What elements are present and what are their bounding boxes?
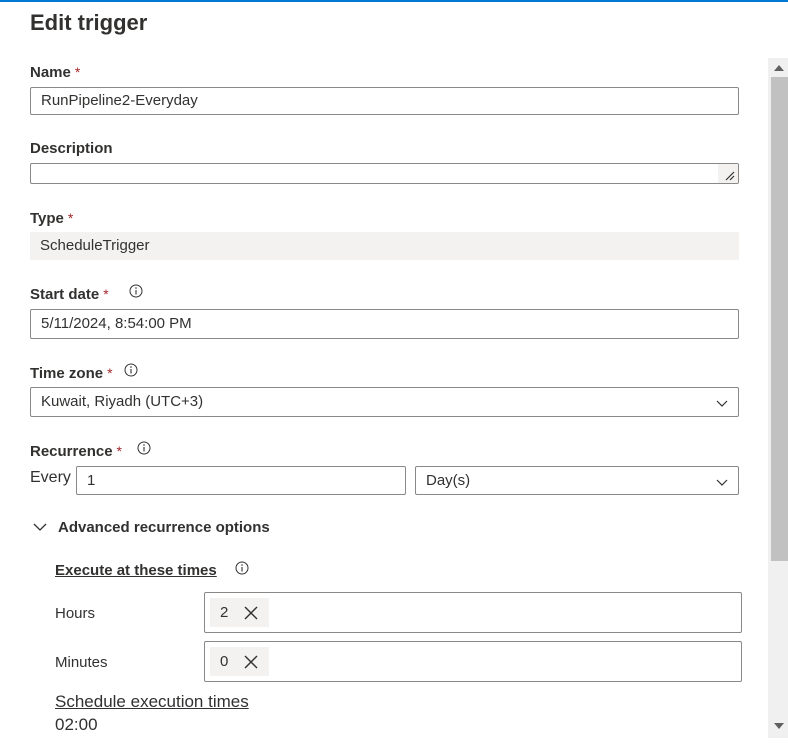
type-value: ScheduleTrigger	[30, 232, 739, 260]
name-label-text: Name	[30, 64, 71, 81]
every-label: Every	[30, 469, 71, 486]
hours-label: Hours	[55, 605, 96, 622]
chevron-down-icon	[716, 479, 728, 486]
recurrence-label-text: Recurrence	[30, 443, 113, 460]
hours-tag: 2	[210, 598, 269, 627]
advanced-recurrence-toggle[interactable]: Advanced recurrence options	[30, 516, 270, 538]
info-icon[interactable]	[129, 284, 143, 298]
info-icon[interactable]	[235, 561, 249, 575]
type-label-text: Type	[30, 210, 64, 227]
required-mark: *	[116, 443, 122, 459]
hours-tag-value: 2	[220, 604, 229, 621]
schedule-execution-times-link[interactable]: Schedule execution times	[55, 691, 249, 713]
schedule-time-item: 02:00	[55, 715, 98, 734]
start-date-label-text: Start date	[30, 286, 100, 303]
required-mark: *	[103, 286, 109, 302]
minutes-tag-picker[interactable]: 0	[204, 641, 742, 682]
name-input[interactable]: RunPipeline2-Everyday	[30, 87, 739, 115]
time-zone-value: Kuwait, Riyadh (UTC+3)	[41, 393, 204, 410]
close-icon[interactable]	[244, 655, 258, 669]
description-textarea[interactable]	[30, 163, 739, 184]
start-date-input[interactable]: 5/11/2024, 8:54:00 PM	[30, 309, 739, 339]
scroll-down-arrow-icon[interactable]	[774, 723, 784, 729]
minutes-tag-value: 0	[220, 653, 229, 670]
time-zone-label-text: Time zone	[30, 365, 104, 382]
recurrence-unit-dropdown[interactable]: Day(s)	[415, 466, 739, 495]
scrollbar-thumb[interactable]	[771, 77, 788, 561]
description-label: Description	[30, 140, 113, 157]
name-label: Name *	[30, 62, 80, 83]
resize-grip-icon[interactable]	[718, 164, 738, 183]
required-mark: *	[74, 64, 81, 80]
minutes-label: Minutes	[55, 654, 108, 671]
recurrence-interval-input[interactable]: 1	[76, 466, 406, 495]
info-icon[interactable]	[137, 441, 151, 455]
type-label: Type *	[30, 208, 73, 229]
time-zone-dropdown[interactable]: Kuwait, Riyadh (UTC+3)	[30, 387, 739, 417]
required-mark: *	[107, 365, 113, 381]
recurrence-unit-value: Day(s)	[426, 472, 471, 489]
info-icon[interactable]	[124, 363, 138, 377]
close-icon[interactable]	[244, 606, 258, 620]
minutes-tag: 0	[210, 647, 269, 676]
execute-times-link[interactable]: Execute at these times	[55, 561, 217, 581]
time-zone-label: Time zone *	[30, 363, 113, 384]
panel-top-accent	[0, 0, 788, 2]
chevron-down-icon	[33, 523, 47, 531]
panel-title: Edit trigger	[30, 10, 148, 35]
advanced-recurrence-label: Advanced recurrence options	[58, 518, 270, 536]
chevron-down-icon	[716, 400, 728, 407]
hours-tag-picker[interactable]: 2	[204, 592, 742, 633]
scroll-up-arrow-icon[interactable]	[774, 65, 784, 71]
start-date-label: Start date *	[30, 284, 109, 305]
required-mark: *	[67, 210, 74, 226]
recurrence-label: Recurrence *	[30, 441, 122, 462]
